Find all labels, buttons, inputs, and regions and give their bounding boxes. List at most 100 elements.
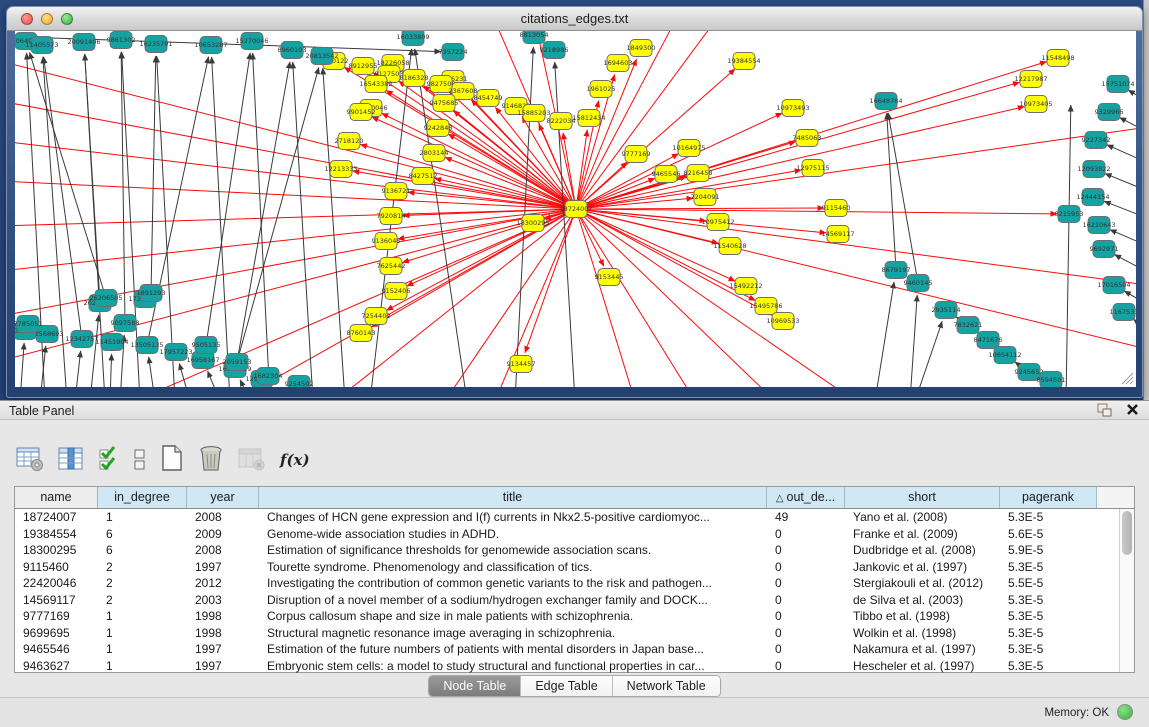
graph-node[interactable]: 16033809 xyxy=(396,31,429,46)
graph-node[interactable]: 9777169 xyxy=(622,146,651,163)
graph-node[interactable]: 1694603 xyxy=(604,55,633,72)
graph-node[interactable]: 12217987 xyxy=(1014,71,1047,88)
graph-node[interactable]: 8222034 xyxy=(547,113,576,130)
graph-node[interactable]: 8186328 xyxy=(400,70,429,87)
network-window-titlebar[interactable]: citations_edges.txt xyxy=(7,7,1142,31)
graph-node[interactable]: 9692971 xyxy=(1090,241,1119,258)
graph-node[interactable]: 1167533 xyxy=(1110,304,1136,321)
graph-node[interactable]: 9227342 xyxy=(1082,132,1111,149)
graph-node[interactable]: 9901452 xyxy=(347,104,376,121)
network-canvas[interactable]: 1872400718300295986012289129551822605891… xyxy=(15,31,1136,387)
graph-node[interactable]: 12093822 xyxy=(1077,161,1110,178)
graph-node[interactable]: 9475685 xyxy=(430,95,459,112)
graph-node[interactable]: 12342757 xyxy=(65,331,98,348)
graph-node[interactable]: 1682304 xyxy=(254,368,283,385)
graph-node[interactable]: 8960103 xyxy=(278,42,307,59)
tab-edge-table[interactable]: Edge Table xyxy=(520,676,611,696)
graph-node[interactable]: 9134457 xyxy=(507,356,536,373)
table-row[interactable]: 1938455462009Genome-wide association stu… xyxy=(15,526,1134,543)
column-header-title[interactable]: title xyxy=(259,487,767,508)
graph-node[interactable]: 9152406 xyxy=(382,283,411,300)
graph-node[interactable]: 10975412 xyxy=(701,214,734,231)
graph-node[interactable]: 7485063 xyxy=(793,130,822,147)
graph-node[interactable]: 8679197 xyxy=(882,262,911,279)
float-panel-button[interactable] xyxy=(1097,403,1112,418)
graph-node[interactable]: 9136045 xyxy=(372,233,401,250)
graph-node[interactable]: 9329966 xyxy=(1095,104,1124,121)
graph-node[interactable]: 9460145 xyxy=(904,275,933,292)
graph-node[interactable]: 9242848 xyxy=(424,120,453,137)
graph-node[interactable]: 8594501 xyxy=(1037,372,1066,388)
column-header-name[interactable]: name xyxy=(15,487,98,508)
column-header-pagerank[interactable]: pagerank xyxy=(1000,487,1097,508)
tab-node-table[interactable]: Node Table xyxy=(429,676,520,696)
graph-node[interactable]: 8216458 xyxy=(684,165,713,182)
insert-column-button[interactable] xyxy=(58,446,84,475)
graph-node[interactable]: 9505135 xyxy=(192,337,221,354)
graph-node[interactable]: 2718120 xyxy=(335,133,364,150)
tab-network-table[interactable]: Network Table xyxy=(612,676,720,696)
table-row[interactable]: 911546021997Tourette syndrome. Phenomeno… xyxy=(15,559,1134,576)
graph-node[interactable]: 1891293 xyxy=(137,285,166,302)
graph-node[interactable]: 7832621 xyxy=(954,317,983,334)
function-builder-button[interactable]: f(x) xyxy=(280,451,310,469)
graph-node[interactable]: 10653287 xyxy=(194,37,227,54)
graph-node[interactable]: 10654112 xyxy=(988,347,1021,364)
new-table-button[interactable] xyxy=(160,445,184,475)
table-row[interactable]: 977716911998Corpus callosum shape and si… xyxy=(15,608,1134,625)
graph-node[interactable]: 10973493 xyxy=(776,100,809,117)
graph-node[interactable]: 9153445 xyxy=(595,269,624,286)
graph-node[interactable]: 12444154 xyxy=(1076,189,1109,206)
graph-node[interactable]: 9861302 xyxy=(107,32,136,49)
clear-selection-button[interactable] xyxy=(134,446,146,475)
graph-node[interactable]: 7357224 xyxy=(439,44,468,61)
graph-node[interactable]: 1849300 xyxy=(627,40,656,57)
graph-node[interactable]: 7625442 xyxy=(377,258,406,275)
graph-node[interactable]: 7920814 xyxy=(377,208,406,225)
graph-node[interactable]: 16648784 xyxy=(869,93,902,110)
graph-node[interactable]: 2935114 xyxy=(932,302,961,319)
graph-node[interactable]: 15751074 xyxy=(1101,76,1134,93)
graph-node[interactable]: 2059153 xyxy=(223,354,252,371)
delete-rows-button[interactable] xyxy=(198,445,224,475)
table-row[interactable]: 1872400712008Changes of HCN gene express… xyxy=(15,509,1134,526)
graph-node[interactable]: 1961025 xyxy=(587,81,616,98)
graph-node[interactable]: 9115460 xyxy=(822,200,851,217)
graph-node[interactable]: 2204091 xyxy=(691,189,720,206)
graph-node[interactable]: 19384554 xyxy=(727,53,760,70)
graph-node[interactable]: 8912955 xyxy=(349,58,378,75)
table-row[interactable]: 2242004622012Investigating the contribut… xyxy=(15,575,1134,592)
graph-node[interactable]: 16235791 xyxy=(139,36,172,53)
table-row[interactable]: 969969511998Structural magnetic resonanc… xyxy=(15,625,1134,642)
select-all-button[interactable] xyxy=(98,446,120,475)
graph-node[interactable]: 2803144 xyxy=(420,145,449,162)
graph-node[interactable]: 7785051 xyxy=(15,316,42,333)
graph-node[interactable]: 12975115 xyxy=(796,160,829,177)
close-panel-button[interactable] xyxy=(1126,403,1139,418)
graph-node[interactable]: 9218986 xyxy=(540,42,569,59)
graph-node[interactable]: 16210643 xyxy=(1082,217,1115,234)
graph-node[interactable]: 9097588 xyxy=(111,315,140,332)
graph-node[interactable]: 15270046 xyxy=(235,33,268,50)
column-header-year[interactable]: year xyxy=(187,487,259,508)
graph-node[interactable]: 8760143 xyxy=(347,325,376,342)
table-row[interactable]: 1456911722003Disruption of a novel membe… xyxy=(15,592,1134,609)
graph-node[interactable]: 9465546 xyxy=(652,166,681,183)
graph-node[interactable]: 14569117 xyxy=(821,226,854,243)
graph-node[interactable]: 8813054 xyxy=(520,31,549,44)
graph-node[interactable]: 9136721 xyxy=(382,183,411,200)
graph-node[interactable]: 11548498 xyxy=(1041,50,1074,67)
table-scrollbar[interactable] xyxy=(1119,509,1134,672)
graph-node[interactable]: 8454749 xyxy=(474,90,503,107)
table-row[interactable]: 946362711997Embryonic stem cells: a mode… xyxy=(15,658,1134,675)
column-header-in_degree[interactable]: in_degree xyxy=(98,487,187,508)
graph-node[interactable]: 7254402 xyxy=(362,308,391,325)
column-header-out_de[interactable]: △out_de... xyxy=(767,487,845,508)
graph-node[interactable]: 20091406 xyxy=(67,34,100,51)
column-header-short[interactable]: short xyxy=(845,487,1000,508)
graph-node[interactable]: 11540628 xyxy=(713,238,746,255)
table-settings-button[interactable] xyxy=(16,446,44,475)
graph-node[interactable]: 8427512 xyxy=(409,168,438,185)
graph-node[interactable]: 9254502 xyxy=(285,376,314,388)
graph-node[interactable]: 15492212 xyxy=(729,278,762,295)
